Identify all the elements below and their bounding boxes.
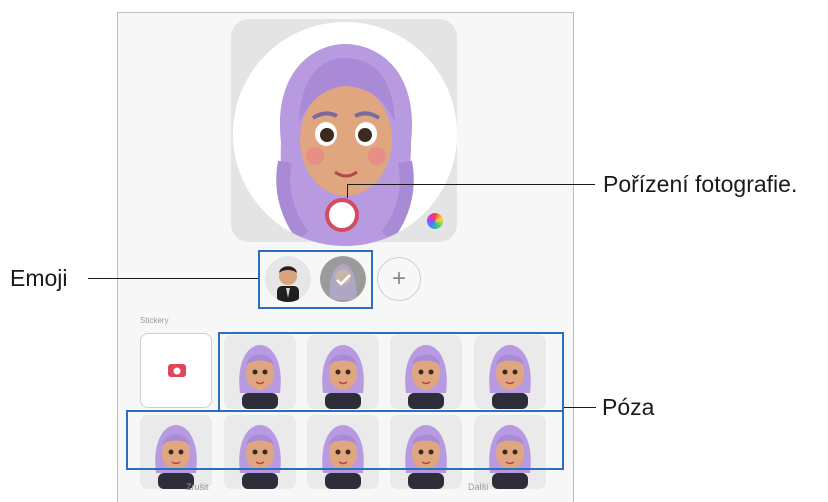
color-wheel-icon[interactable] — [427, 213, 443, 229]
camera-icon — [168, 364, 186, 377]
cancel-button[interactable]: Zrušit — [186, 482, 209, 492]
next-button[interactable]: Další — [468, 482, 489, 492]
plus-icon: + — [391, 265, 406, 292]
section-label: Stickery — [140, 316, 169, 325]
shutter-button[interactable] — [325, 198, 359, 232]
emoji-callout: Emoji — [10, 265, 68, 291]
photo-callout-line-down — [347, 184, 348, 198]
pose-highlight-top — [218, 332, 564, 412]
emoji-highlight-box — [258, 250, 373, 309]
add-emoji-button[interactable]: + — [377, 257, 421, 301]
emoji-callout-line — [88, 278, 258, 279]
pose-callout-line — [564, 407, 596, 408]
camera-tile[interactable] — [140, 333, 212, 408]
pose-callout: Póza — [602, 394, 655, 420]
photo-callout: Pořízení fotografie. — [603, 171, 798, 197]
pose-highlight-bottom — [126, 410, 564, 470]
photo-callout-line — [347, 184, 595, 185]
